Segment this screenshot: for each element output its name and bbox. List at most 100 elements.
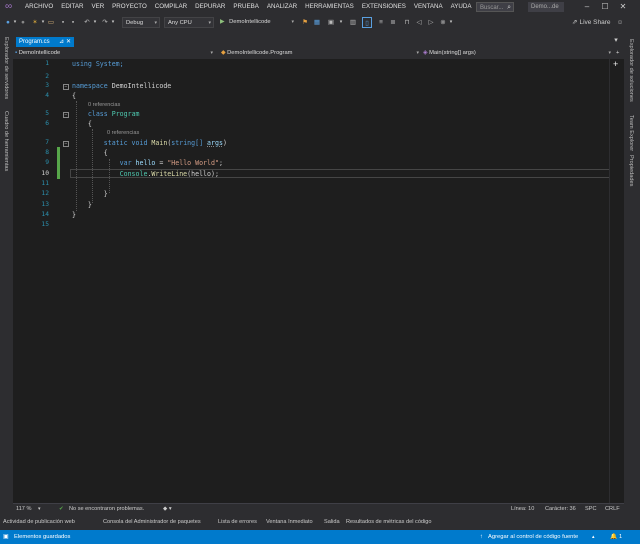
- toolbar-overflow-icon[interactable]: ▾: [448, 17, 454, 28]
- menu-proyecto[interactable]: PROYECTO: [108, 0, 151, 14]
- zoom-dropdown-icon[interactable]: ▾: [38, 504, 41, 515]
- platform-dropdown[interactable]: Any CPU ▾: [164, 17, 214, 28]
- split-editor-icon[interactable]: +: [616, 48, 622, 59]
- line-number-current: 10: [41, 170, 49, 177]
- vertical-scrollbar[interactable]: +: [609, 59, 624, 503]
- maximize-icon[interactable]: ☐: [598, 0, 612, 14]
- menu-herramientas[interactable]: HERRAMIENTAS: [301, 0, 358, 14]
- split-plus-icon[interactable]: +: [613, 59, 618, 69]
- tab-error-list[interactable]: Lista de errores: [218, 517, 257, 528]
- close-tab-icon[interactable]: ✕: [66, 37, 71, 47]
- menu-compilar[interactable]: COMPILAR: [151, 0, 191, 14]
- member-dropdown[interactable]: ◈ Main(string[] args) ▾: [423, 48, 613, 59]
- tab-package-manager-console[interactable]: Consola del Administrador de paquetes: [103, 517, 201, 528]
- browser-link-icon[interactable]: ⚑: [300, 17, 310, 28]
- codelens-references-class[interactable]: 0 referencias: [88, 102, 120, 108]
- code-editor[interactable]: 1 2 3 4 5 6 7 8 9 10 11 12 13 14 15 − − …: [13, 59, 624, 503]
- prev-bookmark-icon[interactable]: ◁: [414, 17, 424, 28]
- visual-studio-logo-icon[interactable]: ∞: [5, 2, 15, 12]
- issue-nav-icon[interactable]: ◆ ▾: [163, 504, 172, 515]
- menu-ayuda[interactable]: AYUDA: [447, 0, 476, 14]
- menu-archivo[interactable]: ARCHIVO: [21, 0, 57, 14]
- console-class: Console: [119, 170, 148, 178]
- paren: ): [222, 139, 227, 147]
- check-circle-icon: ✔: [59, 506, 64, 512]
- start-debugging-button[interactable]: ▶ DemoIntellicode ▾: [220, 17, 296, 28]
- zoom-level[interactable]: 117 %: [16, 504, 31, 515]
- solution-explorer-tab[interactable]: Explorador de soluciones: [628, 39, 634, 102]
- collapse-method-icon[interactable]: −: [63, 141, 69, 147]
- minimize-icon[interactable]: –: [580, 0, 594, 14]
- properties-tab[interactable]: Propiedades: [628, 155, 634, 186]
- pin-icon[interactable]: ⊿: [59, 37, 64, 47]
- solution-config-dropdown[interactable]: Debug ▾: [122, 17, 160, 28]
- comment-icon[interactable]: ≡: [376, 17, 386, 28]
- code-line-3: namespace DemoIntellicode: [72, 82, 171, 90]
- line-number: 14: [41, 211, 49, 218]
- tab-web-publish-activity[interactable]: Actividad de publicación web: [3, 517, 75, 528]
- forward-icon[interactable]: ●: [18, 17, 28, 28]
- tab-program-cs[interactable]: Program.cs ⊿ ✕: [16, 37, 74, 47]
- tab-code-metrics-results[interactable]: Resultados de métricas del código: [346, 517, 432, 528]
- menu-depurar[interactable]: DEPURAR: [191, 0, 229, 14]
- toolbox-tab[interactable]: Cuadro de herramientas: [3, 111, 9, 171]
- server-explorer-tab[interactable]: Explorador de servidores: [3, 37, 9, 99]
- line-ending-indicator: CRLF: [605, 506, 620, 512]
- live-share-button[interactable]: ⇗ Live Share: [572, 17, 612, 28]
- feedback-icon[interactable]: ☺: [615, 17, 625, 28]
- solution-config-value: Debug: [126, 20, 144, 26]
- using-directive: using System;: [72, 60, 124, 68]
- uncomment-icon[interactable]: ≣: [388, 17, 398, 28]
- method-icon: ◈: [423, 50, 428, 56]
- chevron-down-icon: ▾: [291, 19, 294, 25]
- source-control-dropdown-icon[interactable]: ▴: [592, 530, 595, 544]
- document-tab-row: Program.cs ⊿ ✕ ▾: [13, 31, 624, 48]
- team-explorer-tab[interactable]: Team Explorer: [628, 115, 634, 151]
- add-to-source-control-button[interactable]: Agregar al control de código fuente: [488, 530, 578, 544]
- line-number: 6: [45, 120, 49, 127]
- bookmark-icon[interactable]: ⊓: [402, 17, 412, 28]
- next-bookmark-icon[interactable]: ▷: [426, 17, 436, 28]
- change-tracking-marker: [57, 147, 60, 179]
- undo-dropdown-icon[interactable]: ▾: [90, 17, 100, 28]
- tab-list-dropdown-icon[interactable]: ▾: [611, 36, 621, 44]
- menu-extensiones[interactable]: EXTENSIONES: [358, 0, 410, 14]
- notifications-bell-icon[interactable]: 🔔: [610, 530, 617, 544]
- line-number: 3: [45, 82, 49, 89]
- semicolon: ;: [218, 159, 223, 167]
- collapse-namespace-icon[interactable]: −: [63, 84, 69, 90]
- save-all-icon[interactable]: ▪: [68, 17, 78, 28]
- var-keyword: var: [119, 159, 132, 167]
- menu-prueba[interactable]: PRUEBA: [229, 0, 262, 14]
- project-title-badge: Demo...de: [528, 2, 564, 12]
- menu-editar[interactable]: EDITAR: [57, 0, 87, 14]
- codelens-icon[interactable]: ▯: [362, 17, 372, 28]
- project-icon[interactable]: ▦: [312, 17, 322, 28]
- line-number: 8: [45, 149, 49, 156]
- bottom-tool-tabs: Actividad de publicación web Consola del…: [0, 515, 640, 530]
- screen-icon[interactable]: ▣: [326, 17, 336, 28]
- namespace-name: DemoIntellicode: [111, 82, 172, 90]
- brace: }: [72, 211, 76, 219]
- clear-bookmarks-icon[interactable]: ⊗: [438, 17, 448, 28]
- issues-status[interactable]: No se encontraron problemas.: [69, 504, 144, 515]
- search-box[interactable]: Buscar... ⌕: [476, 2, 514, 12]
- redo-dropdown-icon[interactable]: ▾: [108, 17, 118, 28]
- menu-ventana[interactable]: VENTANA: [410, 0, 447, 14]
- csharp-project-icon: ▪: [15, 50, 18, 56]
- right-tool-strip: Explorador de soluciones Team Explorer P…: [624, 31, 640, 509]
- open-folder-icon[interactable]: ▭: [46, 17, 56, 28]
- close-window-icon[interactable]: ✕: [616, 0, 630, 14]
- project-dropdown[interactable]: ▪ DemoIntellicode ▾: [15, 48, 215, 59]
- class-dropdown[interactable]: ◆ DemoIntellicode.Program ▾: [221, 48, 421, 59]
- menu-analizar[interactable]: ANALIZAR: [263, 0, 301, 14]
- save-icon[interactable]: ▪: [58, 17, 68, 28]
- menu-ver[interactable]: VER: [87, 0, 108, 14]
- screen-dropdown-icon[interactable]: ▾: [336, 17, 346, 28]
- tab-immediate-window[interactable]: Ventana Inmediato: [266, 517, 313, 528]
- toggle-icon[interactable]: ▥: [348, 17, 358, 28]
- tab-output[interactable]: Salida: [324, 517, 340, 528]
- collapse-class-icon[interactable]: −: [63, 112, 69, 118]
- codelens-references-method[interactable]: 0 referencias: [107, 130, 139, 136]
- code-line-1: using System;: [72, 60, 124, 68]
